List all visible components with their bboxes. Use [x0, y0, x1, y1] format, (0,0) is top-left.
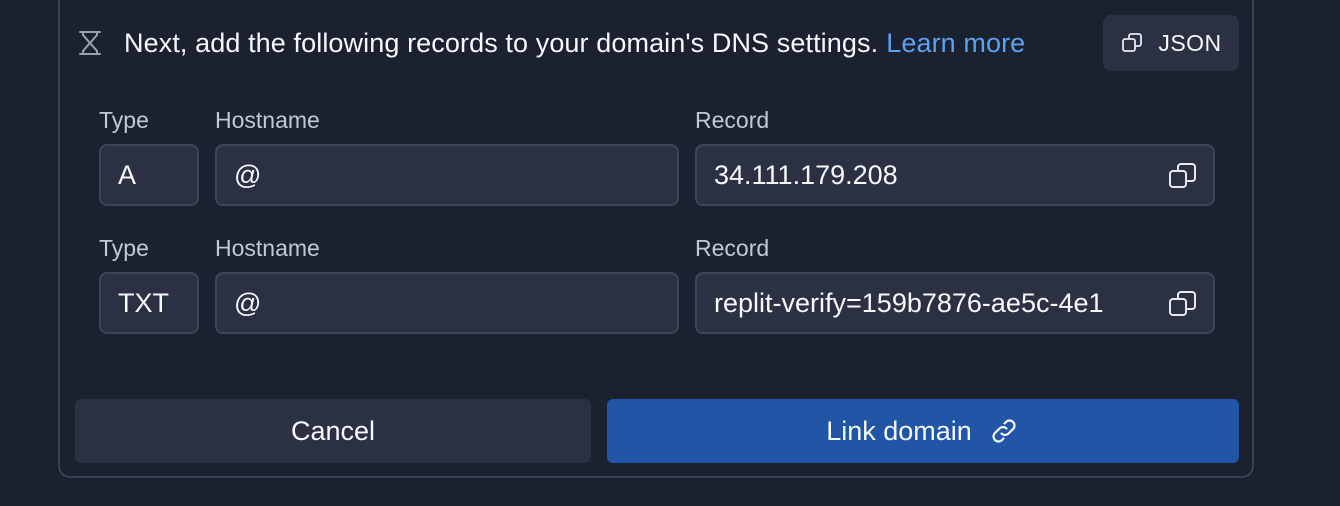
json-button-label: JSON [1158, 29, 1222, 56]
link-domain-button-label: Link domain [826, 415, 972, 446]
copy-icon[interactable] [1167, 288, 1199, 320]
type-field[interactable]: TXT [99, 272, 199, 334]
hostname-label: Hostname [215, 107, 320, 133]
hostname-label: Hostname [215, 235, 320, 261]
type-label: Type [99, 107, 149, 133]
cancel-button-label: Cancel [290, 415, 376, 446]
hourglass-icon [76, 29, 104, 57]
instructions-header: Next, add the following records to your … [76, 17, 1025, 69]
instruction-text: Next, add the following records to your … [124, 27, 879, 58]
type-field[interactable]: A [99, 144, 199, 206]
copy-icon[interactable] [1167, 160, 1199, 192]
record-label: Record [695, 235, 770, 261]
type-label: Type [99, 235, 149, 261]
copy-icon [1122, 33, 1143, 52]
chain-link-icon [992, 419, 1016, 443]
hostname-field[interactable]: @ [215, 272, 679, 334]
record-field[interactable]: replit-verify=159b7876-ae5c-4e1 [695, 272, 1215, 334]
record-field[interactable]: 34.111.179.208 [695, 144, 1215, 206]
record-value: 34.111.179.208 [714, 159, 898, 190]
record-label: Record [695, 107, 770, 133]
hostname-field[interactable]: @ [215, 144, 679, 206]
cancel-button[interactable]: Cancel [75, 399, 591, 463]
json-button[interactable]: JSON [1103, 15, 1239, 71]
link-domain-button[interactable]: Link domain [607, 399, 1239, 463]
learn-more-link[interactable]: Learn more [886, 28, 1025, 59]
record-value: replit-verify=159b7876-ae5c-4e1 [714, 287, 1104, 318]
